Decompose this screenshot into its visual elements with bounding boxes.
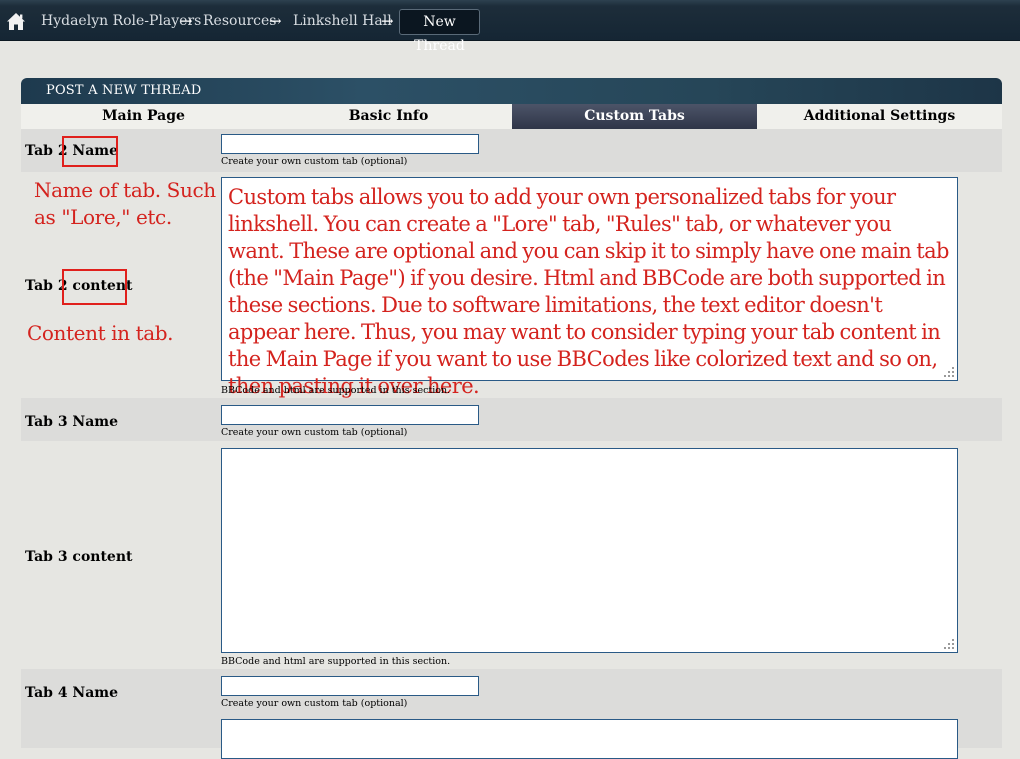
form-row-shade	[21, 129, 1002, 172]
tab2-content-textarea[interactable]: Custom tabs allows you to add your own p…	[221, 177, 958, 398]
tab-additional-settings[interactable]: Additional Settings	[757, 104, 1002, 129]
breadcrumb-arrow: →	[180, 12, 193, 30]
resize-grip-icon[interactable]	[944, 639, 955, 650]
annotation-box-content	[62, 269, 127, 305]
tab4-name-label: Tab 4 Name	[25, 685, 119, 701]
breadcrumb-hydaelyn[interactable]: Hydaelyn Role-Players	[41, 13, 201, 29]
tab-basic-info[interactable]: Basic Info	[266, 104, 511, 129]
tab3-name-input[interactable]	[221, 405, 479, 425]
panel-title: POST A NEW THREAD	[46, 83, 202, 98]
tab4-name-input[interactable]	[221, 676, 479, 696]
breadcrumb-arrow: →	[381, 12, 394, 30]
tab4-name-hint: Create your own custom tab (optional)	[221, 698, 408, 709]
tab2-content-text: Custom tabs allows you to add your own p…	[228, 185, 949, 398]
tab2-content-hint: BBCode and html are supported in this se…	[221, 385, 451, 396]
form-row-shade	[21, 398, 1002, 441]
tab-custom-tabs[interactable]: Custom Tabs	[512, 104, 757, 129]
tab3-name-label: Tab 3 Name	[25, 414, 119, 430]
tab3-name-hint: Create your own custom tab (optional)	[221, 427, 408, 438]
tab4-content-textarea[interactable]	[221, 719, 958, 759]
tab2-name-hint: Create your own custom tab (optional)	[221, 156, 408, 167]
breadcrumb-linkshell-hall[interactable]: Linkshell Hall	[293, 13, 392, 29]
panel-header: POST A NEW THREAD	[21, 78, 1002, 104]
breadcrumb-arrow: →	[269, 12, 282, 30]
tab-bar: Main Page Basic Info Custom Tabs Additio…	[21, 104, 1002, 129]
tab2-name-input[interactable]	[221, 134, 479, 154]
tab3-content-label: Tab 3 content	[25, 549, 133, 565]
annotation-content-note: Content in tab.	[27, 321, 174, 345]
resize-grip-icon[interactable]	[944, 367, 955, 378]
home-icon[interactable]	[6, 12, 26, 32]
tab3-content-hint: BBCode and html are supported in this se…	[221, 656, 451, 667]
annotation-box-name	[62, 136, 118, 167]
top-nav-bar: Hydaelyn Role-Players → Resources → Link…	[0, 0, 1020, 54]
tab3-content-textarea[interactable]	[221, 448, 958, 653]
annotation-name-note: Name of tab. Such as "Lore," etc.	[34, 178, 216, 229]
tab-main-page[interactable]: Main Page	[21, 104, 266, 129]
breadcrumb-resources[interactable]: Resources	[203, 13, 276, 29]
breadcrumb-current: New Thread	[399, 9, 480, 54]
